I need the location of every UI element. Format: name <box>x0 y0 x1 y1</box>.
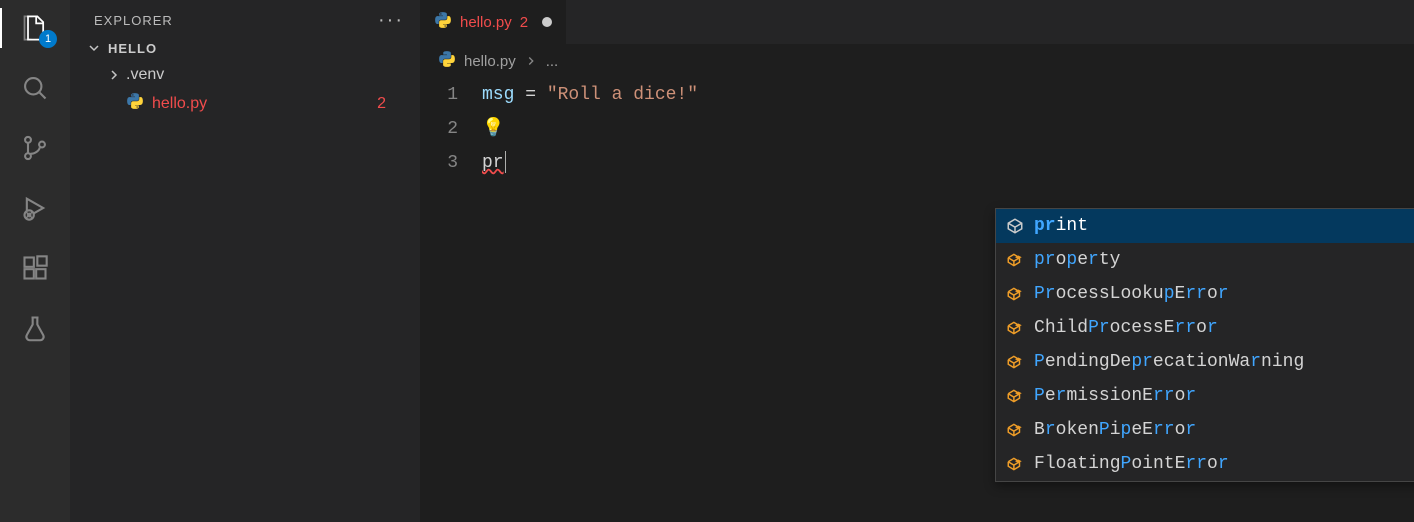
suggest-item-label: print <box>1034 216 1088 236</box>
folder-header[interactable]: HELLO <box>70 34 420 62</box>
breadcrumb-file: hello.py <box>464 53 516 70</box>
explorer-sidebar: EXPLORER ··· HELLO .venv hello.py 2 <box>70 0 420 522</box>
suggest-item[interactable]: print <box>996 209 1414 243</box>
suggest-item[interactable]: ChildProcessError <box>996 311 1414 345</box>
tab-problem-count: 2 <box>520 14 528 31</box>
suggest-item-label: ChildProcessError <box>1034 318 1218 338</box>
tree-file-hello[interactable]: hello.py 2 <box>78 88 420 119</box>
chevron-right-icon <box>106 67 122 83</box>
code-token: "Roll a dice!" <box>547 85 698 105</box>
suggest-item[interactable]: ProcessLookupError <box>996 277 1414 311</box>
line-number: 2 <box>420 112 482 146</box>
activity-bar: 1 <box>0 0 70 522</box>
suggest-item[interactable]: FloatingPointError <box>996 447 1414 481</box>
activity-source-control[interactable] <box>19 132 51 164</box>
file-tree: .venv hello.py 2 <box>70 62 420 119</box>
suggest-widget[interactable]: print property ProcessLookupError ChildProc… <box>995 208 1414 482</box>
lightbulb-icon[interactable]: 💡 <box>482 119 504 139</box>
suggest-item[interactable]: property <box>996 243 1414 277</box>
activity-run-debug[interactable] <box>19 192 51 224</box>
tree-item-label: .venv <box>126 66 164 84</box>
editor-tab-hello[interactable]: hello.py 2 <box>420 0 566 44</box>
python-file-icon <box>438 50 456 72</box>
suggest-item-label: PermissionError <box>1034 386 1196 406</box>
chevron-right-icon <box>524 54 538 68</box>
python-file-icon <box>434 11 452 33</box>
sidebar-more-icon[interactable]: ··· <box>378 10 404 30</box>
sidebar-title: EXPLORER <box>94 13 173 28</box>
activity-search[interactable] <box>19 72 51 104</box>
code-token: msg <box>482 85 514 105</box>
suggest-item-label: PendingDeprecationWarning <box>1034 352 1304 372</box>
line-number: 1 <box>420 78 482 112</box>
breadcrumb-rest: ... <box>546 53 559 70</box>
code-token: = <box>514 85 546 105</box>
tree-item-label: hello.py <box>152 95 207 113</box>
dirty-indicator-icon[interactable] <box>542 17 552 27</box>
chevron-down-icon <box>86 40 102 56</box>
line-number: 3 <box>420 146 482 180</box>
breadcrumbs[interactable]: hello.py ... <box>420 44 1414 78</box>
folder-name: HELLO <box>108 41 157 56</box>
tree-folder-venv[interactable]: .venv <box>78 62 420 88</box>
text-cursor <box>505 151 506 173</box>
activity-explorer[interactable]: 1 <box>19 12 51 44</box>
activity-extensions[interactable] <box>19 252 51 284</box>
code-token: pr <box>482 153 504 173</box>
activity-testing[interactable] <box>19 312 51 344</box>
tab-filename: hello.py <box>460 14 512 31</box>
problem-count: 2 <box>377 95 386 113</box>
editor-tabs: hello.py 2 <box>420 0 1414 44</box>
suggest-item[interactable]: PermissionError <box>996 379 1414 413</box>
suggest-item[interactable]: BrokenPipeError <box>996 413 1414 447</box>
code-editor[interactable]: 1 msg = "Roll a dice!" 2 💡 3 pr <box>420 78 1414 180</box>
editor-area: hello.py 2 hello.py ... 1 msg = "Roll a … <box>420 0 1414 522</box>
suggest-item-label: BrokenPipeError <box>1034 420 1196 440</box>
python-file-icon <box>126 92 144 115</box>
suggest-item[interactable]: PendingDeprecationWarning <box>996 345 1414 379</box>
suggest-item-label: FloatingPointError <box>1034 454 1229 474</box>
suggest-item-label: property <box>1034 250 1120 270</box>
suggest-item-label: ProcessLookupError <box>1034 284 1229 304</box>
explorer-badge: 1 <box>39 30 57 48</box>
